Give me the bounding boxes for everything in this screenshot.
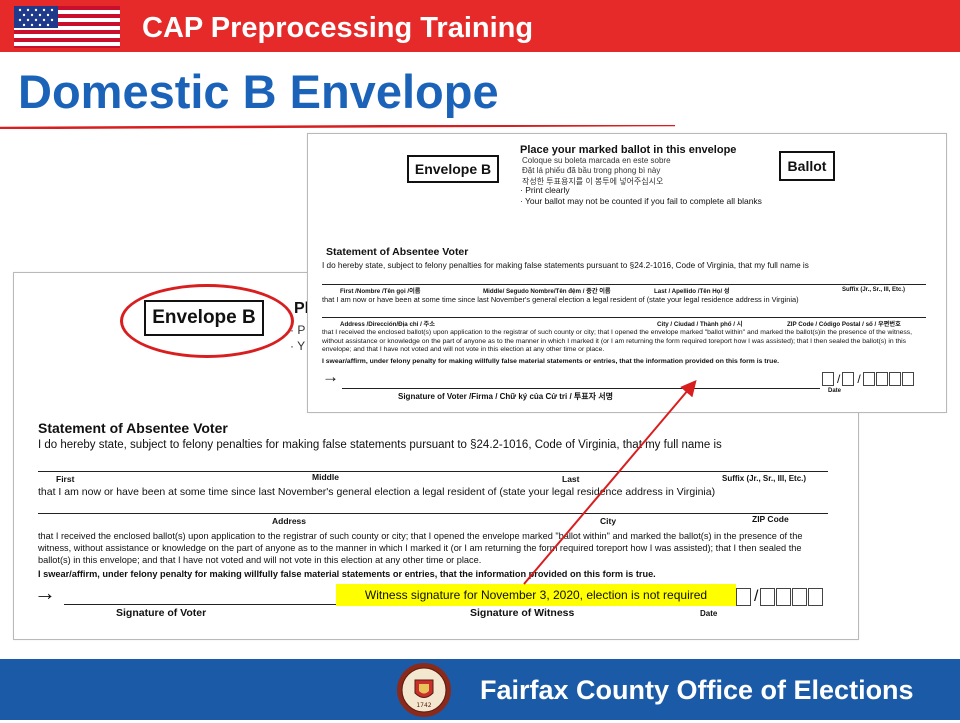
field-last-small: Last / Apellido /Tên Họ/ 성 [654, 288, 730, 295]
swear-text: I swear/affirm, under felony penalty for… [38, 569, 656, 579]
field-last: Last [562, 474, 580, 484]
svg-text:1742: 1742 [416, 702, 431, 709]
field-zip-small: ZIP Code / Código Postal / số / 우편번호 [787, 321, 901, 328]
field-first: First [56, 474, 75, 484]
field-first-small: First /Nombre /Tên gọi /이름 [340, 288, 421, 295]
name-line [38, 471, 828, 472]
witness-callout: Witness signature for November 3, 2020, … [336, 584, 736, 606]
office-name: Fairfax County Office of Elections [480, 675, 914, 705]
resident-line-small: that I am now or have been at some time … [322, 295, 799, 304]
statement-line: I do hereby state, subject to felony pen… [38, 439, 722, 451]
signature-line-small [342, 388, 820, 389]
slide-title: Domestic B Envelope [18, 65, 499, 118]
heading-spanish: Coloque su boleta marcada en este sobre [522, 156, 671, 165]
signature-voter-label-small: Signature of Voter /Firma / Chữ ký của C… [398, 392, 613, 401]
field-zip: ZIP Code [752, 514, 789, 524]
resident-line: that I am now or have been at some time … [38, 486, 716, 498]
date-label: Date [700, 609, 718, 618]
statement-heading-small: Statement of Absentee Voter [326, 246, 469, 258]
envelope-heading: Place your marked ballot in this envelop… [520, 144, 737, 156]
highlight-ellipse [120, 284, 294, 358]
county-seal-icon: 1742 [396, 662, 452, 718]
sign-here-arrow-icon: → [322, 367, 339, 386]
date-boxes: / [736, 588, 824, 606]
title-underline [0, 116, 676, 130]
field-city-small: City / Ciudad / Thành phố / 시 [657, 321, 743, 328]
us-flag-icon [14, 6, 120, 48]
sign-here-arrow-icon: → [34, 580, 56, 605]
field-middle: Middle [312, 472, 339, 482]
field-suffix: Suffix (Jr., Sr., III, Etc.) [722, 474, 807, 483]
certification-text: that I received the enclosed ballot(s) u… [38, 531, 803, 565]
date-boxes-small: / / [822, 372, 915, 390]
certification-text-small: that I received the enclosed ballot(s) u… [322, 329, 913, 353]
instruction-bullet: · Print clearly [520, 185, 570, 195]
ballot-label: Ballot [779, 151, 835, 181]
signature-witness-label: Signature of Witness [470, 607, 575, 619]
heading-vietnamese: Đặt lá phiếu đã bầu trong phong bì này [522, 166, 661, 175]
banner-title: CAP Preprocessing Training [142, 12, 534, 44]
partial-bullet: · Y [290, 339, 306, 353]
name-line-small [322, 284, 926, 285]
swear-text-small: I swear/affirm, under felony penalty for… [322, 358, 779, 365]
signature-voter-label: Signature of Voter [116, 607, 207, 619]
envelope-b-label-small: Envelope B [407, 155, 499, 183]
field-city: City [600, 516, 617, 526]
instruction-bullet: · Your ballot may not be counted if you … [520, 196, 762, 206]
field-middle-small: Middle/ Segudo Nombre/Tên đệm / 중간 이름 [483, 288, 611, 295]
partial-bullet: · P [290, 323, 306, 337]
statement-line-small: I do hereby state, subject to felony pen… [322, 261, 809, 270]
envelope-b-small-image [307, 133, 947, 413]
field-address: Address [272, 516, 307, 526]
field-address-small: Address /Dirección/Địa chỉ / 주소 [340, 321, 435, 328]
address-line-small [322, 317, 926, 318]
field-suffix-small: Suffix (Jr., Sr., III, Etc.) [842, 287, 906, 293]
address-line [38, 513, 828, 514]
statement-heading: Statement of Absentee Voter [38, 420, 228, 436]
